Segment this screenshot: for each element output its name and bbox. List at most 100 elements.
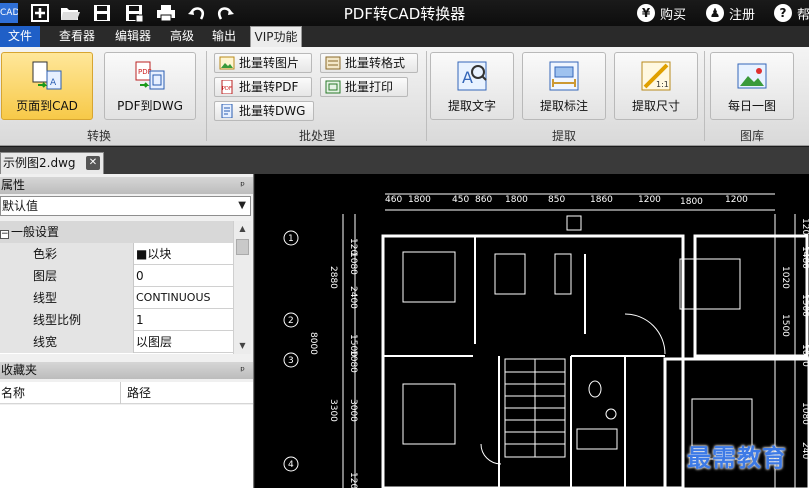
menu-editor[interactable]: 编辑器 <box>108 26 158 47</box>
page-to-cad-button[interactable]: A 页面到CAD <box>1 52 93 120</box>
dimension-text: 1480 <box>800 246 809 269</box>
extract-text-button[interactable]: A 提取文字 <box>430 52 514 120</box>
dimension-text: 2880 <box>328 266 338 289</box>
menu-file[interactable]: 文件 <box>0 26 40 47</box>
menu-output[interactable]: 输出 <box>206 26 242 47</box>
window-title: PDF转CAD转换器 <box>343 5 466 23</box>
drawing-canvas[interactable]: 1 2 3 4 460 1800 450 860 1800 850 1860 1… <box>255 174 809 488</box>
extract-dimension-label: 提取标注 <box>539 99 588 113</box>
column-path[interactable]: 路径 <box>127 382 151 404</box>
gallery-icon <box>735 59 769 93</box>
dimension-text: 120 <box>800 218 809 235</box>
dimension-text: 860 <box>475 195 492 205</box>
bed <box>679 258 741 310</box>
print-icon[interactable] <box>156 3 176 23</box>
batch-to-dwg-button[interactable]: 批量转DWG <box>214 101 314 121</box>
dimension-text: 3000 <box>348 399 358 422</box>
daily-image-button[interactable]: 每日一图 <box>710 52 794 120</box>
dimension-text: 1800 <box>505 195 528 205</box>
column-name[interactable]: 名称 <box>1 382 25 404</box>
batch-to-format-label: 批量转格式 <box>345 56 406 70</box>
dimension-text: 850 <box>548 195 565 205</box>
scroll-thumb[interactable] <box>236 239 249 255</box>
property-value[interactable]: ■以块 <box>135 243 233 265</box>
favorites-header: 收藏夹 ᵖ <box>0 362 253 379</box>
add-icon[interactable] <box>30 3 50 23</box>
pdf-to-dwg-button[interactable]: PDF PDF到DWG <box>104 52 196 120</box>
dimension-text: 1500 <box>800 294 809 317</box>
favorites-columns: 名称 路径 <box>0 382 253 404</box>
buy-button[interactable]: ¥ 购买 <box>637 2 686 24</box>
pin-icon[interactable]: ᵖ <box>240 177 245 194</box>
menu-bar: 文件 查看器 编辑器 高级 输出 VIP功能 <box>0 26 809 47</box>
property-value[interactable]: 0 <box>135 265 233 287</box>
dimension-text: 1500 <box>780 314 790 337</box>
favorites-list[interactable] <box>0 405 253 488</box>
batch-to-pdf-label: 批量转PDF <box>239 80 299 94</box>
batch-print-button[interactable]: 批量打印 <box>320 77 408 97</box>
yen-icon: ¥ <box>637 4 655 22</box>
menu-vip[interactable]: VIP功能 <box>250 26 302 47</box>
document-tab[interactable]: 示例图2.dwg ✕ <box>0 152 104 174</box>
dimension-text: 1860 <box>590 195 613 205</box>
extract-dimension-button[interactable]: 提取标注 <box>522 52 606 120</box>
save-as-icon[interactable] <box>124 3 144 23</box>
batch-to-format-button[interactable]: 批量转格式 <box>320 53 418 73</box>
dimension-text: 1800 <box>408 195 431 205</box>
batch-print-label: 批量打印 <box>345 80 394 94</box>
property-scrollbar[interactable]: ▲ ▼ <box>233 221 251 354</box>
save-icon[interactable] <box>92 3 112 23</box>
property-name: 色彩 <box>0 243 134 265</box>
property-value[interactable]: 1 <box>135 309 233 331</box>
app-logo[interactable]: CAD <box>0 3 18 23</box>
ribbon: A 页面到CAD PDF PDF到DWG 转换 批量转图片 PDF 批量转PDF… <box>0 47 809 146</box>
open-folder-icon[interactable] <box>60 3 80 23</box>
batch-to-pdf-button[interactable]: PDF 批量转PDF <box>214 77 312 97</box>
fixture <box>566 215 582 231</box>
property-name: 图层 <box>0 265 134 287</box>
group-separator <box>206 51 207 141</box>
property-row[interactable]: 线型 CONTINUOUS <box>0 287 233 309</box>
scroll-down-icon[interactable]: ▼ <box>234 338 251 354</box>
watermark: 最需教育 <box>687 443 787 472</box>
dimension-text: 460 <box>385 195 402 205</box>
collapse-icon[interactable]: − <box>0 230 9 239</box>
redo-icon[interactable] <box>216 3 236 23</box>
batch-to-image-button[interactable]: 批量转图片 <box>214 53 312 73</box>
bed <box>402 251 456 303</box>
pin-icon[interactable]: ᵖ <box>240 362 245 379</box>
menu-viewer[interactable]: 查看器 <box>52 26 102 47</box>
properties-preset-select[interactable]: 默认值 ▼ <box>0 196 251 216</box>
close-icon[interactable]: ✕ <box>86 156 100 170</box>
extract-dimension-icon <box>547 59 581 93</box>
pdf-file-icon: PDF <box>221 80 233 94</box>
category-general[interactable]: − 一般设置 <box>0 221 233 243</box>
document-tab-strip: 示例图2.dwg ✕ <box>0 147 809 174</box>
axis-label: 4 <box>288 460 294 470</box>
extract-size-button[interactable]: 1:1 提取尺寸 <box>614 52 698 120</box>
undo-icon[interactable] <box>186 3 206 23</box>
dimension-text: 1080 <box>348 252 358 275</box>
outer-wall <box>693 234 809 358</box>
group-batch-label: 批处理 <box>298 129 335 143</box>
favorites-title: 收藏夹 <box>1 363 38 377</box>
property-grid: − 一般设置 色彩 ■以块 图层 0 线型 CONTINUOUS 线型比例 1 线… <box>0 221 251 354</box>
register-button[interactable]: ♟ 注册 <box>706 2 755 24</box>
svg-text:A: A <box>50 78 57 88</box>
property-row[interactable]: 色彩 ■以块 <box>0 243 233 265</box>
property-row[interactable]: 图层 0 <box>0 265 233 287</box>
property-value[interactable]: CONTINUOUS <box>135 287 233 309</box>
property-row[interactable]: 线宽 以图层 <box>0 331 233 353</box>
property-value[interactable]: 以图层 <box>135 331 233 353</box>
help-button[interactable]: ? 帮 <box>774 2 809 24</box>
property-row[interactable]: 线型比例 1 <box>0 309 233 331</box>
dimension-text: 1020 <box>780 266 790 289</box>
image-icon <box>219 56 235 70</box>
format-icon <box>325 56 341 70</box>
bathtub <box>576 428 618 450</box>
scroll-up-icon[interactable]: ▲ <box>234 221 251 237</box>
dimension-text: 240 <box>800 442 809 459</box>
menu-advanced[interactable]: 高级 <box>164 26 200 47</box>
user-icon: ♟ <box>706 4 724 22</box>
pdf-to-dwg-label: PDF到DWG <box>117 99 183 113</box>
